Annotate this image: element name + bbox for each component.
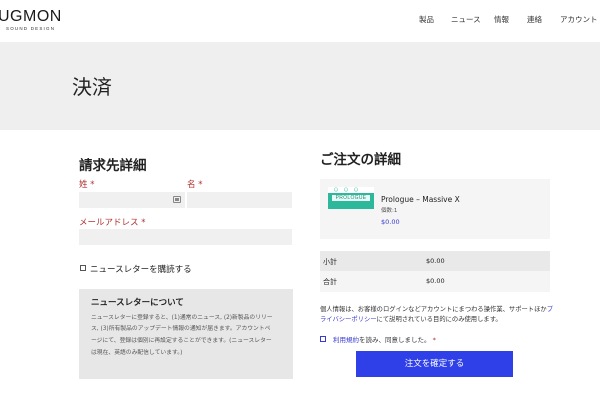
- total-row: 合計 $0.00: [320, 271, 550, 292]
- newsletter-info-line: ス, (3)所有製品のアップデート情報の通知が届きます。アカウントペ: [91, 326, 271, 332]
- newsletter-info-line: は現在、英語のみ配信しています。): [91, 350, 183, 356]
- email-label-text: メールアドレス: [79, 218, 139, 228]
- thumbnail-title: PROLOGUE: [332, 195, 370, 201]
- product-thumbnail[interactable]: ◯ ◯ ◯ PROLOGUE: [328, 186, 374, 209]
- total-value: $0.00: [426, 277, 445, 285]
- required-mark: *: [198, 180, 203, 190]
- first-name-label: 名 *: [187, 178, 202, 190]
- billing-heading: 請求先詳細: [79, 158, 147, 174]
- page-title-band: 決済: [0, 42, 600, 130]
- privacy-notice: 個人情報は、お客様のログインなどアカウントにまつわる操作業、サポートほかプライバ…: [320, 305, 554, 325]
- order-item: ◯ ◯ ◯ PROLOGUE Prologue – Massive X 個数:1…: [320, 179, 550, 239]
- contact-card-icon[interactable]: [173, 196, 181, 203]
- nav-item-info[interactable]: 情報: [494, 14, 509, 25]
- privacy-text: にて説明されている目的にのみ使用します。: [376, 316, 502, 323]
- terms-agreement: 利用規約を読み、同意しました。 *: [333, 334, 436, 344]
- circle-glyph-icon: ◯: [354, 186, 358, 193]
- circle-glyph-icon: ◯: [334, 186, 338, 193]
- subtotal-value: $0.00: [426, 257, 445, 265]
- nav-item-account[interactable]: アカウント: [560, 14, 598, 25]
- nav-item-products[interactable]: 製品: [419, 14, 434, 25]
- order-heading: ご注文の詳細: [320, 152, 401, 168]
- product-quantity: 個数:1: [381, 208, 398, 214]
- required-mark: *: [141, 218, 146, 228]
- page-title: 決済: [72, 75, 112, 99]
- last-name-label-text: 姓: [79, 180, 88, 190]
- product-name: Prologue – Massive X: [381, 195, 460, 204]
- last-name-label: 姓 *: [79, 178, 94, 190]
- first-name-label-text: 名: [187, 180, 196, 190]
- main-nav: 製品 ニュース 情報 連絡 アカウント: [0, 14, 600, 28]
- newsletter-info-box: ニュースレターについて ニュースレターに登録すると、(1)通常のニュース, (2…: [79, 289, 293, 379]
- thumbnail-header: ◯ ◯ ◯: [328, 186, 374, 194]
- nav-item-news[interactable]: ニュース: [451, 14, 481, 25]
- required-mark: *: [432, 336, 436, 344]
- total-label: 合計: [323, 278, 337, 286]
- newsletter-checkbox[interactable]: [80, 265, 86, 271]
- terms-checkbox[interactable]: [320, 336, 326, 342]
- first-name-field[interactable]: [187, 192, 292, 208]
- nav-item-contact[interactable]: 連絡: [527, 14, 542, 25]
- privacy-text: 個人情報は、お客様のログインなどアカウントにまつわる操作業、サポートほか: [320, 306, 547, 313]
- newsletter-info-line: ニュースレターに登録すると、(1)通常のニュース, (2)新製品のリリー: [91, 315, 273, 321]
- required-mark: *: [90, 180, 95, 190]
- place-order-button[interactable]: 注文を確定する: [356, 351, 513, 377]
- newsletter-checkbox-label[interactable]: ニュースレターを購読する: [90, 263, 192, 275]
- terms-text: を読み、同意しました。: [359, 336, 431, 344]
- product-price: $0.00: [381, 218, 400, 226]
- circle-glyph-icon: ◯: [344, 186, 348, 193]
- newsletter-info-line: ージにて、登録は個別に再設定することができます。(ニュースレター: [91, 338, 272, 344]
- newsletter-info-title: ニュースレターについて: [91, 298, 184, 308]
- subtotal-row: 小計 $0.00: [320, 251, 550, 272]
- email-field[interactable]: [79, 229, 292, 245]
- terms-link[interactable]: 利用規約: [333, 336, 359, 344]
- last-name-field[interactable]: [79, 192, 185, 208]
- subtotal-label: 小計: [323, 258, 337, 266]
- site-header: UGMON SOUND DESIGN 製品 ニュース 情報 連絡 アカウント: [0, 0, 600, 42]
- email-label: メールアドレス *: [79, 216, 145, 228]
